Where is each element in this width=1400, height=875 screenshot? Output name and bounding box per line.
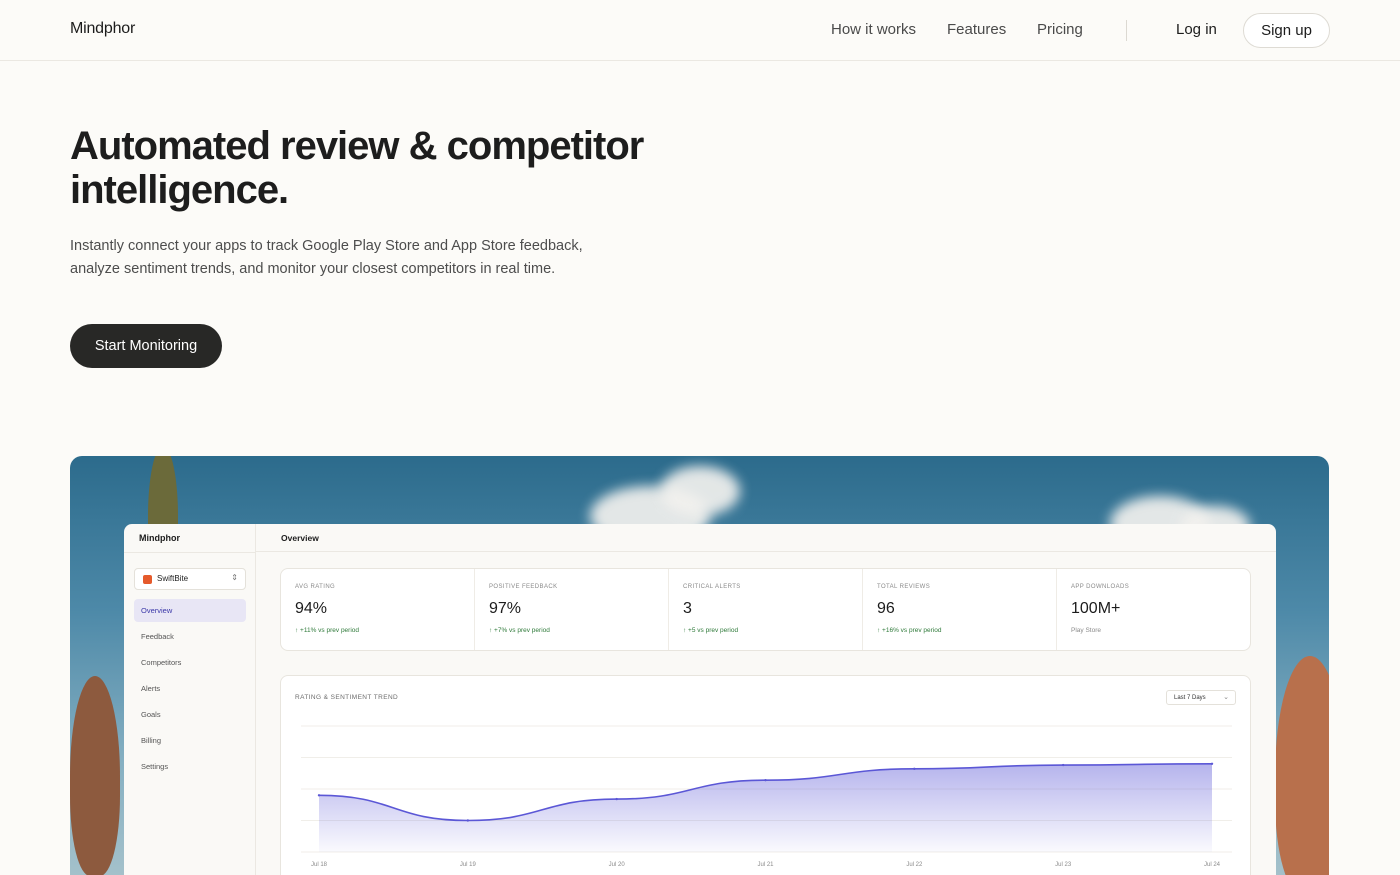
sidebar-item-billing[interactable]: Billing [134, 729, 246, 752]
x-tick-label: Jul 18 [311, 862, 328, 868]
sidebar-item-settings[interactable]: Settings [134, 755, 246, 778]
start-monitoring-button[interactable]: Start Monitoring [70, 324, 222, 368]
app-selector-label: SwiftBite [157, 574, 189, 583]
x-tick-label: Jul 21 [757, 862, 774, 868]
app-icon [143, 575, 152, 584]
nav-link-how-it-works[interactable]: How it works [831, 21, 916, 38]
kpi-delta: ↑ +11% vs prev period [295, 627, 360, 634]
kpi-card-positive-feedback: POSITIVE FEEDBACK 97% ↑ +7% vs prev peri… [475, 569, 669, 650]
hero-subtitle: Instantly connect your apps to track Goo… [70, 238, 583, 277]
data-point[interactable] [615, 797, 618, 801]
series-area [319, 763, 1212, 852]
kpi-label: APP DOWNLOADS [1071, 584, 1130, 590]
dashboard-header: Overview [256, 524, 1276, 552]
kpi-value: 3 [683, 600, 692, 617]
kpi-label: CRITICAL ALERTS [683, 584, 741, 590]
dashboard-sidebar: Mindphor SwiftBite ⇕ Overview Feedback C… [124, 524, 256, 875]
data-point[interactable] [466, 819, 470, 822]
trend-chart: Jul 18 Jul 19 Jul 20 Jul 21 Jul 22 Jul 23 Jul … [301, 725, 1232, 868]
sidebar-item-goals[interactable]: Goals [134, 703, 246, 726]
chevron-updown-icon: ⇕ [231, 573, 238, 582]
brand-logo[interactable]: Mindphor [70, 20, 135, 38]
kpi-card-avg-rating: AVG RATING 94% ↑ +11% vs prev period [281, 569, 475, 650]
data-point[interactable] [1061, 763, 1065, 767]
kpi-source: Play Store [1071, 627, 1101, 634]
hero-title: Automated review & competitor intelligen… [70, 124, 644, 212]
top-navbar: Mindphor How it works Features Pricing L… [0, 0, 1400, 61]
kpi-label: AVG RATING [295, 584, 336, 590]
sidebar-item-alerts[interactable]: Alerts [134, 677, 246, 700]
cloud-decoration [660, 466, 740, 516]
sidebar-item-feedback[interactable]: Feedback [134, 625, 246, 648]
kpi-delta: ↑ +16% vs prev period [877, 627, 942, 634]
data-point[interactable] [764, 778, 767, 782]
data-point[interactable] [317, 794, 321, 797]
x-tick-label: Jul 24 [1204, 862, 1221, 868]
sidebar-item-competitors[interactable]: Competitors [134, 651, 246, 674]
kpi-card-total-reviews: TOTAL REVIEWS 96 ↑ +16% vs prev period [863, 569, 1057, 650]
kpi-card-app-downloads: APP DOWNLOADS 100M+ Play Store [1057, 569, 1251, 650]
kpi-card-critical-alerts: CRITICAL ALERTS 3 ↑ +5 vs prev period [669, 569, 863, 650]
dashboard-preview: Mindphor SwiftBite ⇕ Overview Feedback C… [124, 524, 1276, 875]
kpi-value: 97% [489, 600, 522, 617]
sidebar-divider [124, 552, 256, 553]
dashboard-brand: Mindphor [139, 533, 180, 543]
kpi-value: 96 [877, 600, 895, 617]
kpi-value: 94% [295, 600, 328, 617]
x-tick-label: Jul 19 [460, 862, 477, 868]
kpi-value: 100M+ [1071, 600, 1121, 617]
kpi-label: TOTAL REVIEWS [877, 584, 931, 590]
tree-decoration [1275, 656, 1329, 875]
nav-divider [1126, 20, 1127, 41]
dashboard-showcase: Mindphor SwiftBite ⇕ Overview Feedback C… [70, 456, 1329, 875]
nav-link-pricing[interactable]: Pricing [1037, 21, 1083, 38]
kpi-delta: ↑ +7% vs prev period [489, 627, 550, 634]
app-selector[interactable]: SwiftBite ⇕ [134, 568, 246, 590]
dashboard-page-title: Overview [281, 533, 319, 543]
sidebar-item-overview[interactable]: Overview [134, 599, 246, 622]
trend-chart-card: RATING & SENTIMENT TREND Last 7 Days ⌄ J… [280, 675, 1251, 875]
kpi-delta: ↑ +5 vs prev period [683, 627, 739, 634]
tree-decoration [70, 676, 120, 875]
x-tick-label: Jul 23 [1055, 862, 1072, 868]
kpi-row: AVG RATING 94% ↑ +11% vs prev period POS… [280, 568, 1251, 651]
x-tick-label: Jul 22 [906, 862, 923, 868]
signup-button[interactable]: Sign up [1243, 13, 1330, 48]
nav-link-features[interactable]: Features [947, 21, 1006, 38]
data-point[interactable] [913, 767, 916, 771]
x-tick-label: Jul 20 [609, 862, 626, 868]
login-link[interactable]: Log in [1176, 21, 1217, 38]
data-point[interactable] [1210, 762, 1214, 765]
kpi-label: POSITIVE FEEDBACK [489, 584, 558, 590]
